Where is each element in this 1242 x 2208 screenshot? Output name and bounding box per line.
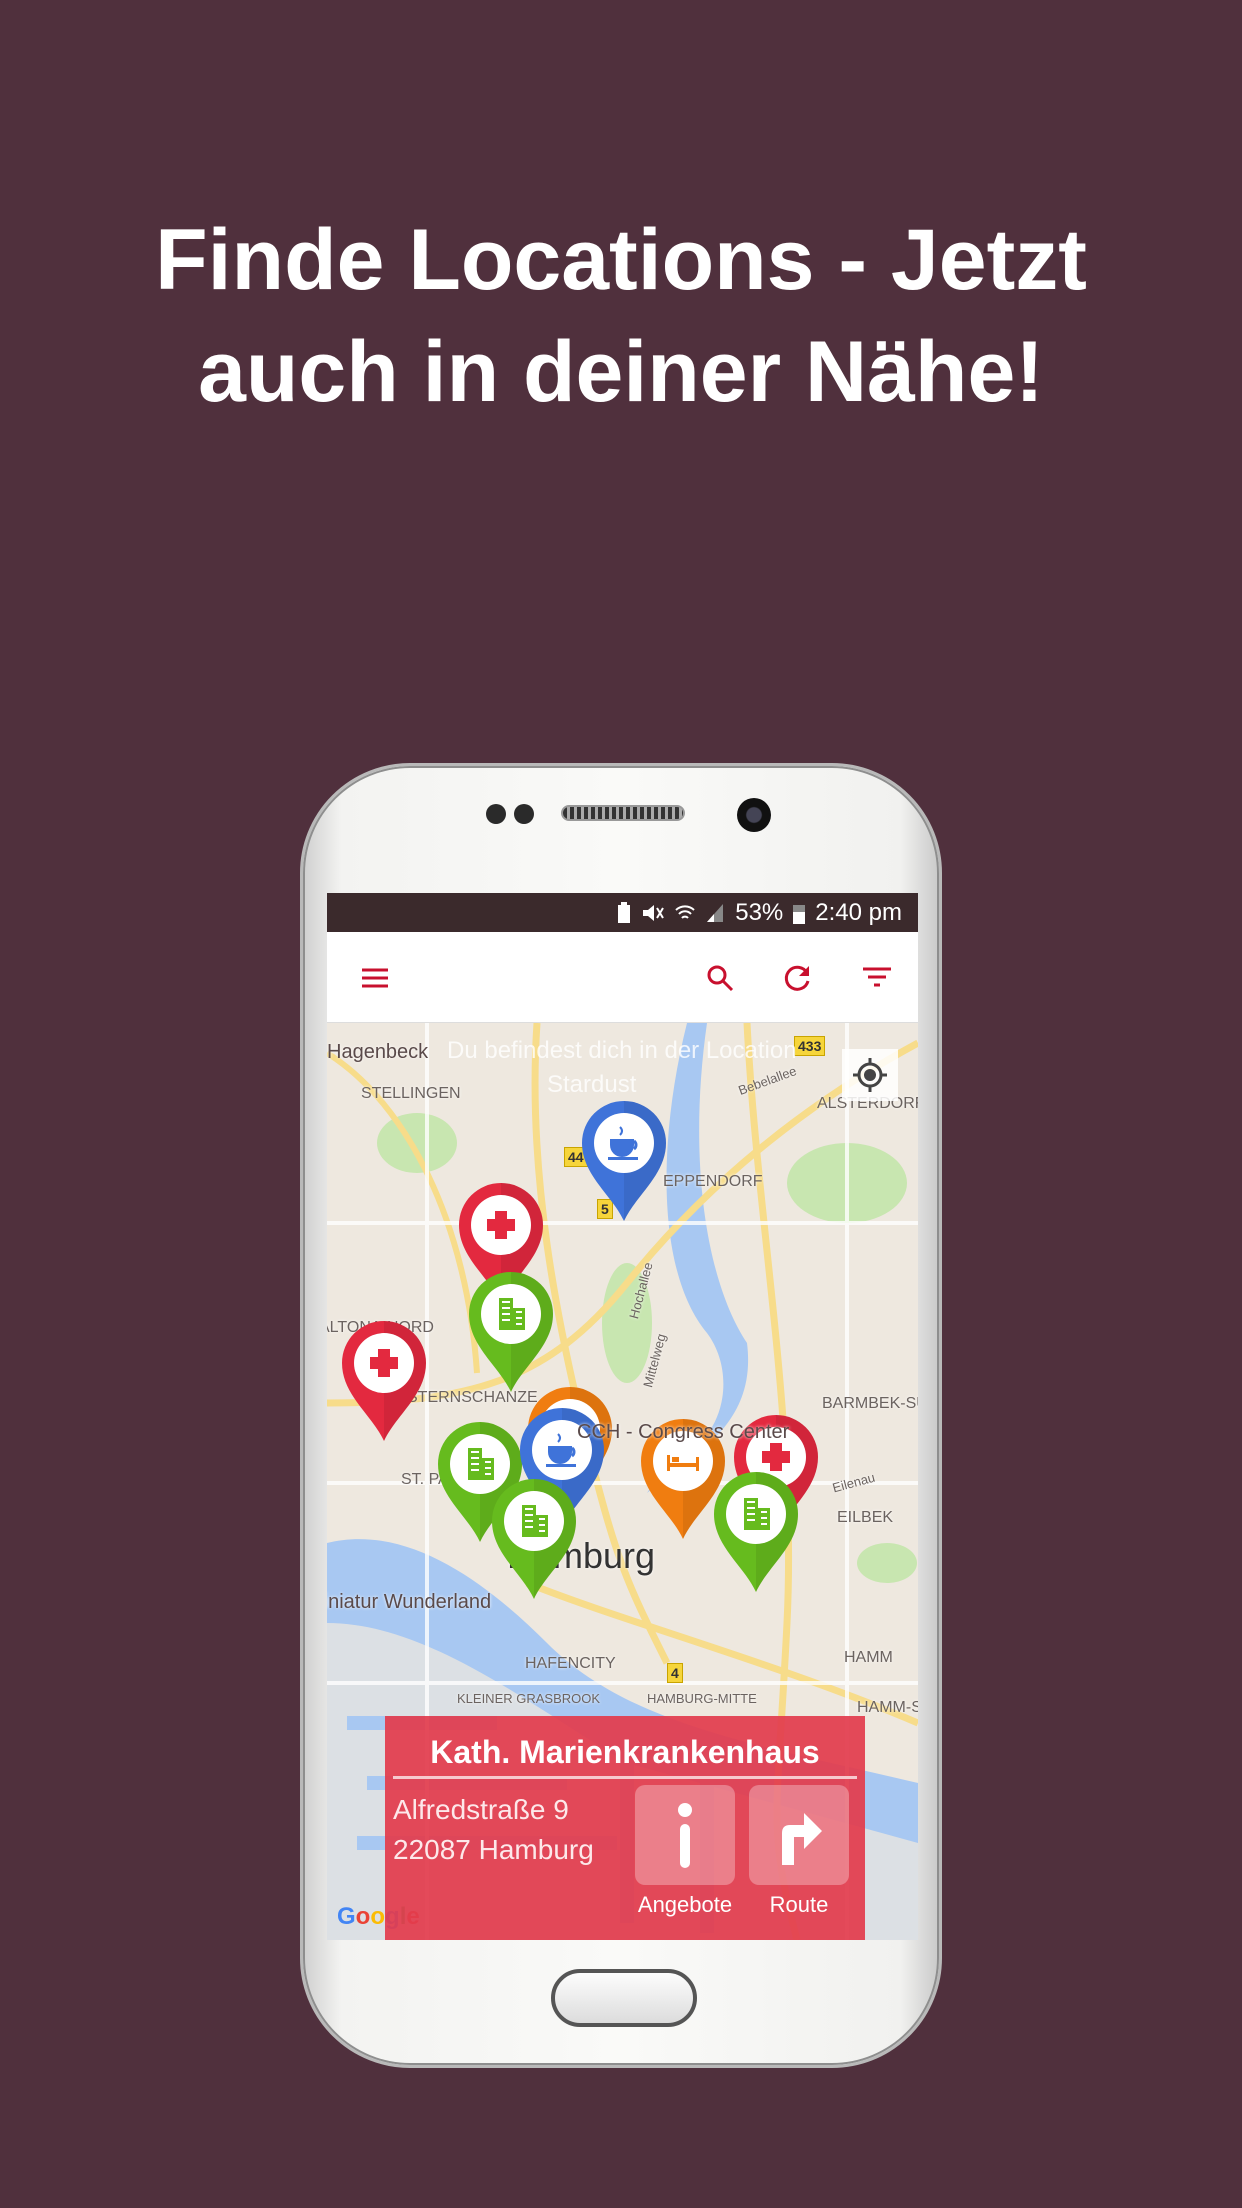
- hospital-icon: [342, 1321, 426, 1441]
- signal-icon: [707, 903, 724, 922]
- info-icon: [678, 1803, 692, 1868]
- headline-line-2: auch in deiner Nähe!: [198, 324, 1044, 420]
- location-city: 22087 Hamburg: [393, 1834, 594, 1865]
- map-label: Hagenbeck: [327, 1041, 429, 1063]
- search-button[interactable]: [696, 954, 744, 1002]
- sensor-dot: [514, 804, 534, 824]
- map-label: BARMBEK-SÜD: [822, 1395, 918, 1412]
- battery-percent: 53%: [735, 898, 784, 926]
- refresh-button[interactable]: [774, 954, 822, 1002]
- route-button[interactable]: [749, 1785, 849, 1885]
- map-label: STELLINGEN: [361, 1085, 461, 1102]
- refresh-icon: [784, 965, 810, 991]
- map-label: EPPENDORF: [663, 1173, 763, 1190]
- map-label: HAMBURG-MITTE: [647, 1691, 757, 1706]
- road-shield: 433: [794, 1036, 826, 1056]
- map-pin-cafe[interactable]: [580, 1099, 668, 1223]
- map-label: CCH - Congress Center: [577, 1421, 790, 1443]
- search-icon: [707, 965, 734, 992]
- location-overlay-text: Du befindest dich in der Location: [447, 1037, 797, 1064]
- location-title: Kath. Marienkrankenhaus: [430, 1734, 820, 1770]
- map-pin-company[interactable]: [467, 1270, 555, 1394]
- speaker-grille: [561, 805, 685, 821]
- divider: [393, 1776, 857, 1779]
- battery-saver-icon: [618, 901, 631, 923]
- filter-icon: [863, 967, 891, 987]
- status-bar: 53% 2:40 pm: [327, 893, 918, 932]
- location-overlay-name: Stardust: [547, 1071, 637, 1098]
- app-screen: 53% 2:40 pm Hagenbeck STELLINGEN ALSTERD…: [327, 893, 918, 1940]
- mute-icon: [643, 904, 665, 921]
- app-toolbar: [327, 932, 918, 1023]
- route-label: Route: [769, 1892, 829, 1917]
- location-street: Alfredstraße 9: [393, 1794, 569, 1825]
- map-pin-company[interactable]: [712, 1470, 800, 1594]
- company-icon: [492, 1479, 576, 1599]
- menu-button[interactable]: [351, 954, 399, 1002]
- front-camera: [737, 798, 771, 832]
- crosshair-icon: [853, 1058, 887, 1092]
- company-icon: [714, 1472, 798, 1592]
- filter-button[interactable]: [853, 954, 901, 1002]
- road-shield: 4: [667, 1663, 683, 1683]
- home-button[interactable]: [551, 1969, 697, 2027]
- map-label: HAFENCITY: [525, 1655, 616, 1672]
- map-label: Miniatur Wunderland: [327, 1591, 492, 1613]
- map-pin-company[interactable]: [490, 1477, 578, 1601]
- map-label: KLEINER GRASBROOK: [457, 1691, 601, 1706]
- battery-icon: [793, 904, 806, 924]
- headline: Finde Locations - Jetzt auch in deiner N…: [0, 204, 1242, 428]
- map-label: HAMM-SÜD: [857, 1699, 918, 1716]
- offers-label: Angebote: [637, 1892, 733, 1917]
- offers-button[interactable]: [635, 1785, 735, 1885]
- map-label: HAMM: [844, 1649, 893, 1666]
- clock: 2:40 pm: [815, 898, 902, 926]
- company-icon: [469, 1272, 553, 1392]
- location-info-card[interactable]: Kath. Marienkrankenhaus Alfredstraße 9 2…: [385, 1716, 865, 1940]
- menu-icon: [362, 968, 388, 988]
- my-location-button[interactable]: [842, 1049, 898, 1101]
- headline-line-1: Finde Locations - Jetzt: [155, 212, 1087, 308]
- map-pin-hospital[interactable]: [340, 1319, 428, 1443]
- cafe-icon: [582, 1101, 666, 1221]
- wifi-icon: [675, 904, 695, 919]
- sensor-dot: [486, 804, 506, 824]
- map-label: EILBEK: [837, 1509, 894, 1526]
- turn-right-icon: [782, 1813, 822, 1865]
